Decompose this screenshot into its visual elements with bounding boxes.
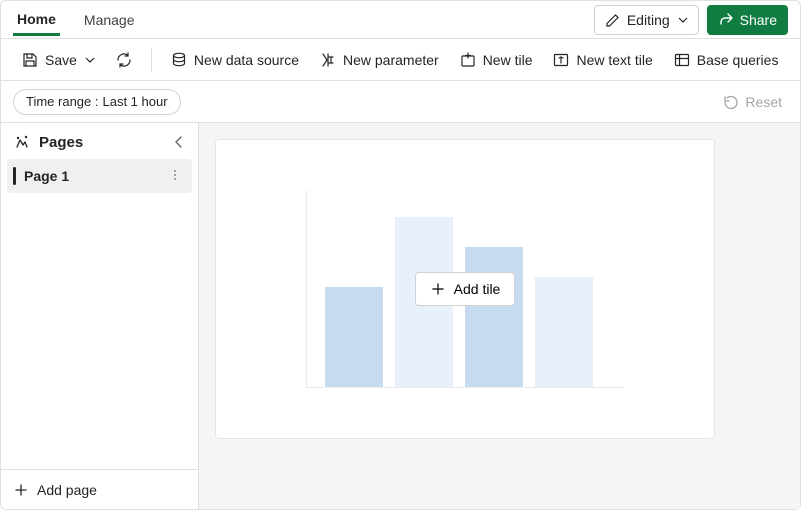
tab-home[interactable]: Home <box>13 5 60 36</box>
sidebar-header: Pages <box>1 123 198 157</box>
tab-manage[interactable]: Manage <box>80 6 139 34</box>
page-name: Page 1 <box>24 168 166 184</box>
reset-label: Reset <box>745 94 782 110</box>
chevron-down-icon <box>85 55 95 65</box>
canvas: Add tile <box>199 123 800 509</box>
new-data-source-button[interactable]: New data source <box>162 44 307 76</box>
add-tile-button[interactable]: Add tile <box>415 272 516 306</box>
new-tile-button[interactable]: New tile <box>451 44 541 76</box>
base-queries-label: Base queries <box>697 52 779 68</box>
toolbar-row: Save New data source New parameter New t… <box>1 39 800 81</box>
chevron-left-icon[interactable] <box>172 135 186 149</box>
base-queries-icon <box>673 51 691 69</box>
pages-sidebar: Pages Page 1 Add page <box>1 123 199 509</box>
new-text-tile-button[interactable]: New text tile <box>544 44 660 76</box>
editing-label: Editing <box>627 12 670 28</box>
undo-icon <box>723 94 739 110</box>
placeholder-bar <box>465 247 523 387</box>
share-label: Share <box>740 12 777 28</box>
add-page-label: Add page <box>37 482 97 498</box>
refresh-icon <box>115 51 133 69</box>
time-range-label: Time range : <box>26 94 99 109</box>
base-queries-button[interactable]: Base queries <box>665 44 787 76</box>
time-range-value: Last 1 hour <box>103 94 168 109</box>
save-icon <box>21 51 39 69</box>
new-text-tile-label: New text tile <box>576 52 652 68</box>
new-data-source-label: New data source <box>194 52 299 68</box>
plus-icon <box>13 482 29 498</box>
editing-mode-button[interactable]: Editing <box>594 5 699 35</box>
new-parameter-button[interactable]: New parameter <box>311 44 447 76</box>
placeholder-bar <box>535 277 593 387</box>
more-vertical-icon <box>168 168 182 182</box>
divider <box>151 48 152 72</box>
database-icon <box>170 51 188 69</box>
save-label: Save <box>45 52 77 68</box>
tile-icon <box>459 51 477 69</box>
text-tile-icon <box>552 51 570 69</box>
share-button[interactable]: Share <box>707 5 788 35</box>
page-more-button[interactable] <box>166 166 184 187</box>
plus-icon <box>430 281 446 297</box>
save-button[interactable]: Save <box>13 44 103 76</box>
empty-tile-card: Add tile <box>215 139 715 439</box>
main-area: Pages Page 1 Add page Add tile <box>1 123 800 509</box>
active-indicator <box>13 167 16 185</box>
chevron-down-icon <box>678 15 688 25</box>
time-range-pill[interactable]: Time range : Last 1 hour <box>13 89 181 115</box>
page-item[interactable]: Page 1 <box>7 159 192 193</box>
share-icon <box>718 12 734 28</box>
pages-icon <box>13 133 31 151</box>
new-tile-label: New tile <box>483 52 533 68</box>
add-page-button[interactable]: Add page <box>1 469 198 509</box>
parameter-icon <box>319 51 337 69</box>
tabs-row: Home Manage Editing Share <box>1 1 800 39</box>
filter-row: Time range : Last 1 hour Reset <box>1 81 800 123</box>
add-tile-label: Add tile <box>454 281 501 297</box>
placeholder-bar <box>325 287 383 387</box>
refresh-button[interactable] <box>107 44 141 76</box>
reset-button[interactable]: Reset <box>717 90 788 114</box>
sidebar-title: Pages <box>39 134 164 151</box>
new-parameter-label: New parameter <box>343 52 439 68</box>
pencil-icon <box>605 12 621 28</box>
